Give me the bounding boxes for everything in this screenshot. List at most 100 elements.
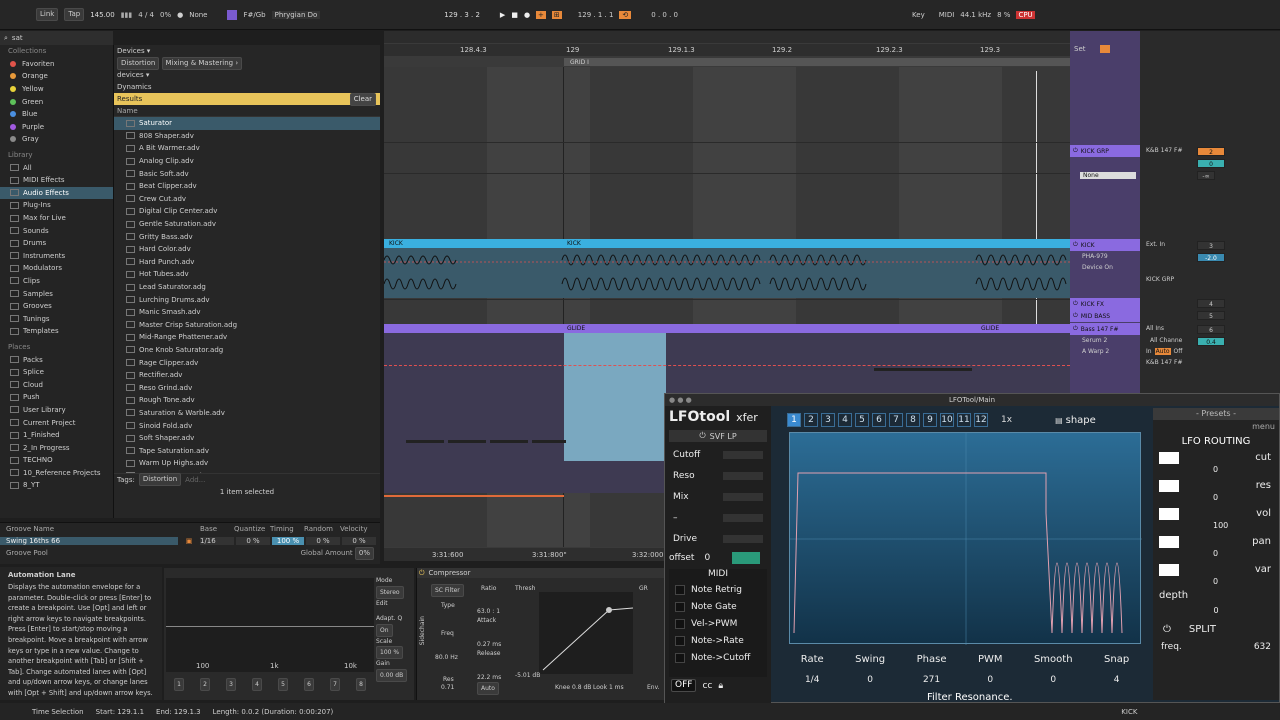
breadcrumb-dynamics[interactable]: Dynamics xyxy=(114,81,380,93)
places-item[interactable]: Splice xyxy=(0,366,113,379)
filter-param-slider[interactable] xyxy=(723,534,763,543)
places-item[interactable]: 1_Finished xyxy=(0,429,113,442)
graph-tab[interactable]: 11 xyxy=(957,413,971,427)
result-item[interactable]: Manic Smash.adv xyxy=(114,306,380,319)
sidechain-label[interactable]: Sidechain xyxy=(419,616,426,645)
freq-value[interactable]: 632 xyxy=(1254,642,1271,652)
track-input[interactable]: All Ins xyxy=(1146,325,1164,332)
result-item[interactable]: Sinoid Fold.adv xyxy=(114,419,380,432)
adapt-q-toggle[interactable]: On xyxy=(376,623,393,637)
result-item[interactable]: Hard Punch.adv xyxy=(114,256,380,269)
library-item[interactable]: Instruments xyxy=(0,250,113,263)
tempo-field[interactable]: 145.00 xyxy=(90,11,115,19)
library-item[interactable]: Audio Effects xyxy=(0,186,113,200)
monitor-off[interactable]: Off xyxy=(1174,348,1183,355)
graph-tab[interactable]: 8 xyxy=(906,413,920,427)
midi-option-toggle[interactable] xyxy=(675,618,685,629)
menu-button[interactable]: menu xyxy=(1153,420,1279,434)
loop-switch[interactable]: ⟲ xyxy=(619,10,632,19)
lfo-param-value[interactable]: 1/4 xyxy=(805,675,819,685)
groove-row[interactable]: Swing 16ths 66 ▣ 1/16 0 % 100 % 0 % 0 % xyxy=(0,535,380,547)
track-name[interactable]: Bass 147 F# xyxy=(1081,326,1119,333)
loop-start-field[interactable]: 129 . 1 . 1 xyxy=(578,11,614,19)
quantize-select[interactable]: None xyxy=(189,11,207,19)
result-item[interactable]: Gentle Saturation.adv xyxy=(114,218,380,231)
midi-notes[interactable] xyxy=(406,440,566,443)
result-item[interactable]: Tape Saturation.adv xyxy=(114,444,380,457)
stop-button[interactable]: ■ xyxy=(511,11,518,19)
graph-tab[interactable]: 5 xyxy=(855,413,869,427)
library-item[interactable]: Clips xyxy=(0,275,113,288)
midi-option-toggle[interactable] xyxy=(675,635,685,646)
track-name[interactable]: KICK FX xyxy=(1081,301,1104,308)
search-input[interactable]: sat xyxy=(12,34,23,42)
key-map-label[interactable]: Key xyxy=(912,11,925,19)
loop-brace[interactable]: GRID I xyxy=(564,58,1070,66)
overview-bar[interactable] xyxy=(384,31,1070,43)
lookahead-field[interactable]: Look 1 ms xyxy=(593,684,624,691)
eq-band-toggle[interactable]: 2 xyxy=(200,677,210,691)
eq-band-toggle[interactable]: 8 xyxy=(356,677,366,691)
result-item[interactable]: 808 Shaper.adv xyxy=(114,130,380,143)
track-header-kick-grp[interactable]: ⏻ KICK GRP xyxy=(1070,145,1140,157)
track-header-kick-fx[interactable]: ⏻ KICK FX xyxy=(1070,298,1140,310)
midi-option-toggle[interactable] xyxy=(675,652,685,663)
library-item[interactable]: Plug-Ins xyxy=(0,199,113,212)
graph-tab[interactable]: 12 xyxy=(974,413,988,427)
offset-value[interactable]: 0 xyxy=(704,553,710,563)
result-item[interactable]: Rectifier.adv xyxy=(114,369,380,382)
eq-band-toggle[interactable]: 5 xyxy=(278,677,288,691)
route-amount-box[interactable] xyxy=(1159,508,1179,520)
filter-type-select[interactable]: ⏻ SVF LP xyxy=(669,430,767,442)
graph-tab[interactable]: 6 xyxy=(872,413,886,427)
result-item[interactable]: Beat Clipper.adv xyxy=(114,180,380,193)
tap-button[interactable]: Tap xyxy=(64,8,85,21)
gain-field[interactable]: 0.00 dB xyxy=(376,668,408,682)
graph-tab[interactable]: 3 xyxy=(821,413,835,427)
track-pan[interactable]: 0 xyxy=(1197,159,1225,168)
filter-param-slider[interactable] xyxy=(723,471,763,480)
graph-tab[interactable]: 2 xyxy=(804,413,818,427)
graph-tab[interactable]: 4 xyxy=(838,413,852,427)
places-item[interactable]: Current Project xyxy=(0,416,113,429)
lfo-graph[interactable] xyxy=(789,432,1142,645)
filter-power-icon[interactable]: ⏻ xyxy=(699,431,705,441)
record-dot[interactable]: ● xyxy=(177,11,183,19)
track-volume[interactable]: 4 xyxy=(1197,299,1225,308)
route-amount-box[interactable] xyxy=(1159,480,1179,492)
device-power-icon[interactable]: ⏻ xyxy=(419,569,425,578)
off-button[interactable]: OFF xyxy=(671,679,697,692)
filter-param-slider[interactable] xyxy=(723,450,763,459)
device-chain-1[interactable]: Serum 2 xyxy=(1082,337,1107,344)
envelope-select[interactable]: Env. xyxy=(647,684,660,691)
key-select[interactable]: F#/Gb xyxy=(243,11,265,19)
glide-clip-header[interactable]: GLIDE GLIDE xyxy=(384,324,1070,333)
device-chain-1[interactable]: PHA-979 xyxy=(1082,253,1108,260)
track-name[interactable]: KICK GRP xyxy=(1081,148,1109,155)
monitor-switch[interactable]: In Auto Off xyxy=(1146,348,1182,355)
automation-arm-button[interactable]: ⊞ xyxy=(551,10,562,19)
scale-field[interactable]: 100 % xyxy=(376,646,404,660)
power-icon[interactable]: ⏻ xyxy=(1073,147,1078,155)
split-power-icon[interactable]: ⏻ xyxy=(1163,624,1171,635)
monitor-auto[interactable]: Auto xyxy=(1154,348,1171,355)
result-item[interactable]: Lead Saturator.adg xyxy=(114,281,380,294)
thresh-value[interactable]: -5.01 dB xyxy=(515,672,540,679)
mode-select[interactable]: Stereo xyxy=(376,585,404,599)
collection-item[interactable]: Green xyxy=(0,95,113,108)
track-volume[interactable]: 2 xyxy=(1197,147,1225,156)
track-send[interactable]: -∞ xyxy=(1197,171,1215,180)
shape-label[interactable]: shape xyxy=(1066,415,1096,426)
presets-select[interactable]: - Presets - xyxy=(1153,408,1279,420)
lfo-param-value[interactable]: 0 xyxy=(1050,675,1056,685)
places-item[interactable]: 10_Reference Projects xyxy=(0,467,113,480)
track-header-kick[interactable]: ⏻ KICK xyxy=(1070,239,1140,251)
multiplier[interactable]: 1x xyxy=(1001,415,1012,425)
collection-item[interactable]: Gray xyxy=(0,133,113,146)
graph-tab[interactable]: 9 xyxy=(923,413,937,427)
auto-release-button[interactable]: Auto xyxy=(477,682,499,695)
tag-add[interactable]: Add... xyxy=(185,476,205,484)
split-button[interactable]: SPLIT xyxy=(1189,624,1216,635)
places-item[interactable]: 2_In Progress xyxy=(0,441,113,454)
graph-tab[interactable]: 10 xyxy=(940,413,954,427)
